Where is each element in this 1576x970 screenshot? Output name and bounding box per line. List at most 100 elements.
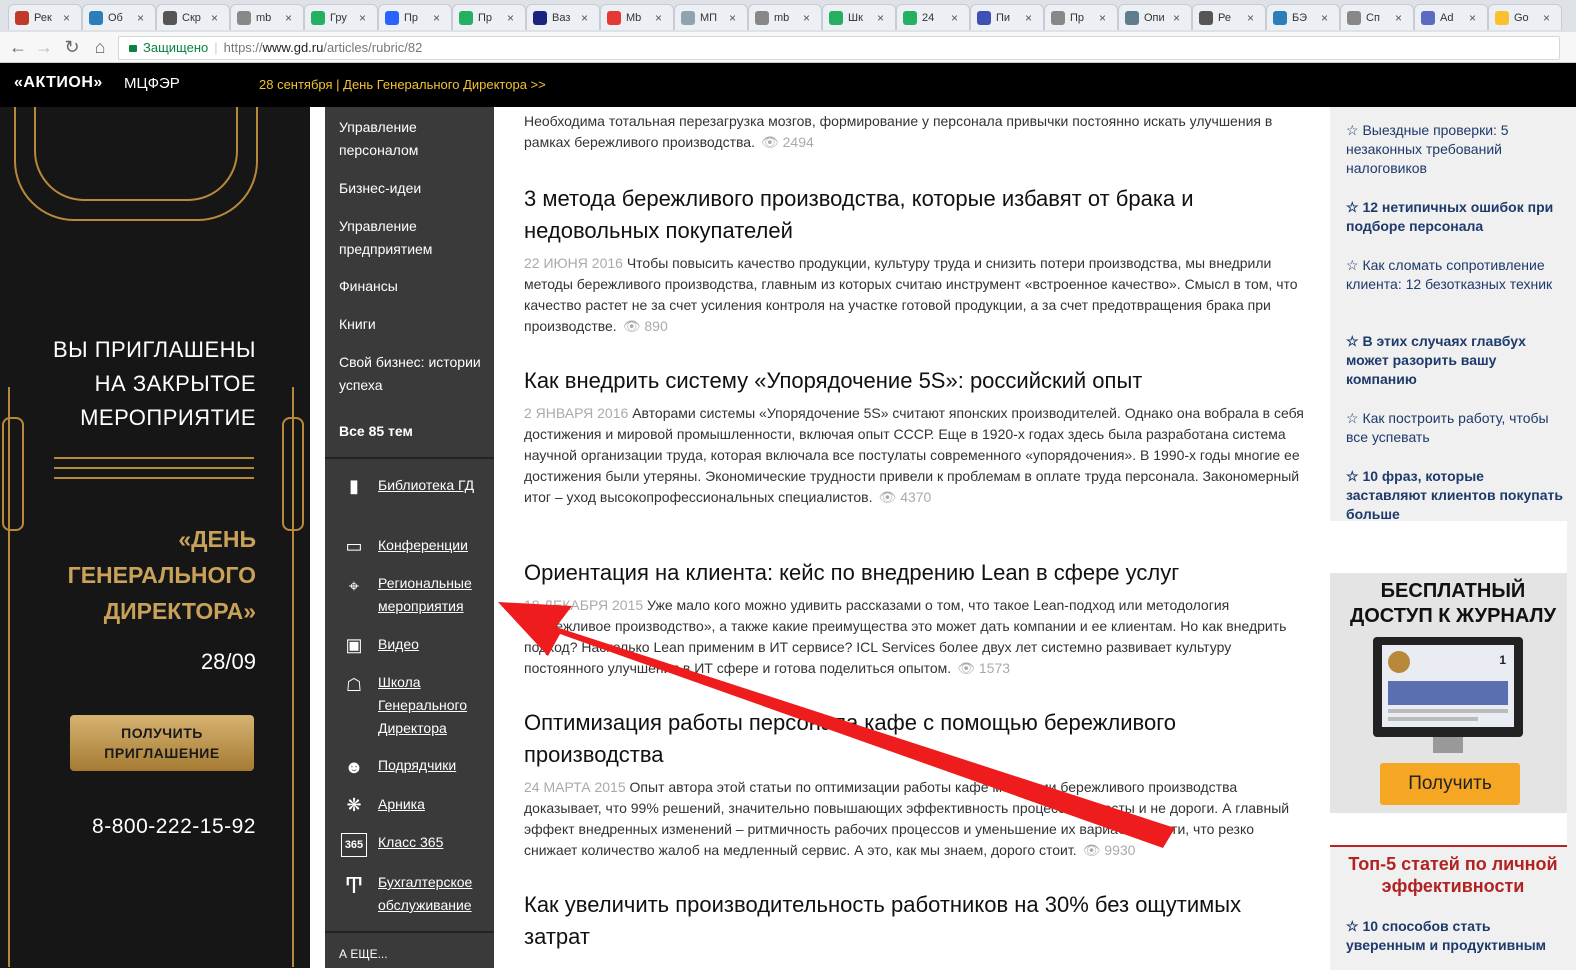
menu-service-contractors[interactable]: Подрядчики [378, 754, 493, 777]
browser-tab[interactable]: Mb × [600, 4, 674, 30]
menu-service-class365[interactable]: Класс 365 [378, 831, 493, 854]
browser-tab[interactable]: 24 × [896, 4, 970, 30]
close-tab-icon[interactable]: × [877, 11, 891, 25]
tab-title: mb [256, 11, 272, 24]
article-excerpt: 22 июня 2016 Чтобы повысить качество про… [524, 255, 1298, 334]
article-title[interactable]: Как увеличить производительность работни… [524, 889, 1304, 953]
article-date: 24 марта 2015 [524, 779, 626, 795]
menu-topic-business-ideas[interactable]: Бизнес-идеи [339, 177, 489, 200]
close-tab-icon[interactable]: × [1025, 11, 1039, 25]
screen-icon: ▭ [345, 536, 363, 556]
right-link[interactable]: ☆ Как построить работу, чтобы все успева… [1346, 409, 1568, 447]
menu-topic-own-business[interactable]: Свой бизнес: истории успеха [339, 351, 489, 397]
browser-tab[interactable]: Скр × [156, 4, 230, 30]
address-bar[interactable]: Защищено | https://www.gd.ru/articles/rubr… [118, 36, 1560, 60]
close-tab-icon[interactable]: × [951, 11, 965, 25]
close-tab-icon[interactable]: × [729, 11, 743, 25]
browser-tab[interactable]: Сп × [1340, 4, 1414, 30]
lock-icon [129, 45, 137, 52]
tab-title: mb [774, 11, 790, 24]
school-icon: ☖ [345, 675, 363, 695]
right-link[interactable]: ☆ Выездные проверки: 5 незаконных требов… [1346, 121, 1568, 178]
article-title[interactable]: Ориентация на клиента: кейс по внедрению… [524, 557, 1304, 589]
menu-service-accounting[interactable]: Бухгалтерское обслуживание [378, 871, 493, 917]
browser-tab[interactable]: Об × [82, 4, 156, 30]
tab-title: Go [1514, 11, 1529, 24]
menu-topic-finance[interactable]: Финансы [339, 275, 489, 298]
close-tab-icon[interactable]: × [1543, 11, 1557, 25]
menu-service-library[interactable]: Библиотека ГД [378, 474, 493, 497]
right-link[interactable]: ☆ В этих случаях главбух может разорить … [1346, 332, 1568, 389]
get-journal-button[interactable]: Получить [1380, 763, 1520, 805]
close-tab-icon[interactable]: × [1321, 11, 1335, 25]
menu-service-video[interactable]: Видео [378, 633, 493, 656]
event-banner[interactable]: ВЫ ПРИГЛАШЕНЫ НА ЗАКРЫТОЕ МЕРОПРИЯТИЕ «ДЕН… [0, 107, 310, 968]
menu-more-link[interactable]: А ЕЩЕ... [339, 943, 489, 966]
close-tab-icon[interactable]: × [359, 11, 373, 25]
free-access-promo[interactable]: БЕСПЛАТНЫЙ ДОСТУП К ЖУРНАЛУ 1 Получить [1330, 573, 1576, 813]
menu-service-arnika[interactable]: Арника [378, 793, 493, 816]
top-announcement-link[interactable]: 28 сентября | День Генерального Директор… [259, 77, 546, 92]
close-tab-icon[interactable]: × [507, 11, 521, 25]
page-scrollbar[interactable] [1567, 107, 1576, 968]
mcfer-logo[interactable]: МЦФЭР [124, 75, 180, 92]
browser-tab[interactable]: Гру × [304, 4, 378, 30]
right-link[interactable]: ☆ 10 фраз, которые заставляют клиентов п… [1346, 467, 1568, 524]
article-title[interactable]: Оптимизация работы персонала кафе с помо… [524, 707, 1304, 771]
back-icon[interactable]: ← [8, 36, 28, 58]
article-item: Ориентация на клиента: кейс по внедрению… [524, 557, 1304, 679]
menu-topic-books[interactable]: Книги [339, 313, 489, 336]
close-tab-icon[interactable]: × [1469, 11, 1483, 25]
browser-tab[interactable]: Пр × [1044, 4, 1118, 30]
browser-tab[interactable]: Пр × [452, 4, 526, 30]
tab-title: Опи [1144, 11, 1165, 24]
close-tab-icon[interactable]: × [211, 11, 225, 25]
top5-panel: Топ-5 статей по личной эффективности ☆ 1… [1330, 845, 1576, 970]
aktion-logo[interactable]: «АКТИОН» [14, 74, 103, 92]
get-invitation-button[interactable]: ПОЛУЧИТЬ ПРИГЛАШЕНИЕ [70, 715, 254, 771]
close-tab-icon[interactable]: × [285, 11, 299, 25]
browser-tab[interactable]: Ad × [1414, 4, 1488, 30]
tab-title: Об [108, 11, 123, 24]
close-tab-icon[interactable]: × [137, 11, 151, 25]
tab-title: Ре [1218, 11, 1231, 24]
close-tab-icon[interactable]: × [1099, 11, 1113, 25]
close-tab-icon[interactable]: × [581, 11, 595, 25]
article-excerpt: Необходима тотальная перезагрузка мозгов… [524, 113, 1273, 150]
browser-tab[interactable]: mb × [748, 4, 822, 30]
browser-tab[interactable]: Пи × [970, 4, 1044, 30]
browser-tab[interactable]: Рек × [8, 4, 82, 30]
forward-icon[interactable]: → [34, 36, 54, 58]
menu-topic-personnel[interactable]: Управление персоналом [339, 116, 489, 162]
menu-topic-enterprise[interactable]: Управление предприятием [339, 215, 489, 261]
browser-tab[interactable]: МП × [674, 4, 748, 30]
browser-tab[interactable]: Ре × [1192, 4, 1266, 30]
browser-tab[interactable]: БЭ × [1266, 4, 1340, 30]
article-title[interactable]: Как внедрить систему «Упорядочение 5S»: … [524, 365, 1304, 397]
right-link[interactable]: ☆ 12 нетипичных ошибок при подборе персо… [1346, 198, 1568, 236]
browser-tab[interactable]: Пр × [378, 4, 452, 30]
home-icon[interactable]: ⌂ [90, 36, 110, 58]
reload-icon[interactable]: ↻ [62, 36, 82, 58]
right-link[interactable]: ☆ Как сломать сопротивление клиента: 12 … [1346, 256, 1568, 294]
all-topics-link[interactable]: Все 85 тем [339, 420, 489, 443]
close-tab-icon[interactable]: × [1395, 11, 1409, 25]
menu-service-regional[interactable]: Региональные мероприятия [378, 572, 493, 618]
browser-tab[interactable]: Ваз × [526, 4, 600, 30]
tab-title: Гру [330, 11, 347, 24]
menu-service-school[interactable]: Школа Генерального Директора [378, 671, 493, 740]
close-tab-icon[interactable]: × [655, 11, 669, 25]
close-tab-icon[interactable]: × [433, 11, 447, 25]
top5-link[interactable]: ☆ 10 способов стать уверенным и продукти… [1346, 917, 1568, 955]
close-tab-icon[interactable]: × [63, 11, 77, 25]
browser-tab[interactable]: Шк × [822, 4, 896, 30]
browser-tab[interactable]: Опи × [1118, 4, 1192, 30]
tab-title: Шк [848, 11, 863, 24]
browser-tab[interactable]: mb × [230, 4, 304, 30]
close-tab-icon[interactable]: × [1173, 11, 1187, 25]
browser-tab[interactable]: Go × [1488, 4, 1562, 30]
close-tab-icon[interactable]: × [803, 11, 817, 25]
menu-service-conferences[interactable]: Конференции [378, 534, 493, 557]
close-tab-icon[interactable]: × [1247, 11, 1261, 25]
article-title[interactable]: 3 метода бережливого производства, котор… [524, 183, 1304, 247]
